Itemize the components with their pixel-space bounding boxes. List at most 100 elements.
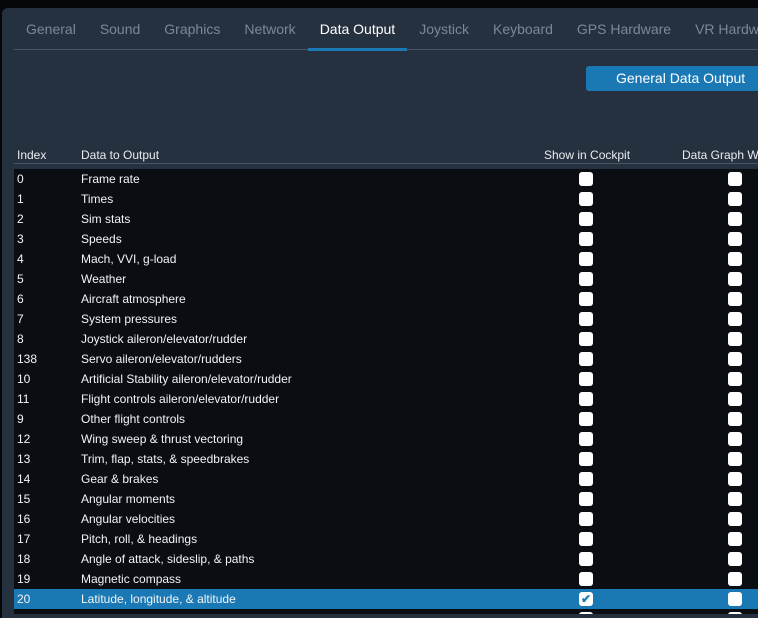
table-row[interactable]: 10 Artificial Stability aileron/elevator…	[14, 369, 758, 389]
data-graph-checkbox[interactable]	[728, 492, 742, 506]
tab-sound[interactable]: Sound	[88, 16, 152, 50]
data-graph-checkbox[interactable]	[728, 552, 742, 566]
row-index: 12	[17, 432, 31, 446]
table-row[interactable]: 5 Weather	[14, 269, 758, 289]
row-index: 15	[17, 492, 31, 506]
row-index: 3	[17, 232, 24, 246]
tab-data-output[interactable]: Data Output	[307, 16, 408, 51]
table-row[interactable]: 18 Angle of attack, sideslip, & paths	[14, 549, 758, 569]
table-row[interactable]: 20 Latitude, longitude, & altitude ✔	[14, 589, 758, 609]
table-row[interactable]: 4 Mach, VVI, g-load	[14, 249, 758, 269]
data-graph-checkbox[interactable]	[728, 332, 742, 346]
data-graph-checkbox[interactable]	[728, 172, 742, 186]
table-row[interactable]: 19 Magnetic compass	[14, 569, 758, 589]
row-index: 16	[17, 512, 31, 526]
data-graph-checkbox[interactable]	[728, 372, 742, 386]
show-in-cockpit-checkbox[interactable]	[579, 292, 593, 306]
table-row[interactable]: 138 Servo aileron/elevator/rudders	[14, 349, 758, 369]
header-data-graph-window: Data Graph W	[682, 148, 758, 162]
table-row[interactable]: 9 Other flight controls	[14, 409, 758, 429]
table-row[interactable]: 11 Flight controls aileron/elevator/rudd…	[14, 389, 758, 409]
show-in-cockpit-checkbox[interactable]	[579, 232, 593, 246]
data-graph-checkbox[interactable]	[728, 292, 742, 306]
row-data-name: Latitude, longitude, & altitude	[81, 592, 236, 606]
data-graph-checkbox[interactable]	[728, 532, 742, 546]
show-in-cockpit-checkbox[interactable]	[579, 312, 593, 326]
table-row[interactable]: 0 Frame rate	[14, 169, 758, 189]
row-data-name: Angular moments	[81, 492, 176, 506]
table-row-partial	[14, 609, 758, 614]
data-graph-checkbox[interactable]	[728, 592, 742, 606]
show-in-cockpit-checkbox[interactable]	[579, 492, 593, 506]
data-graph-checkbox[interactable]	[728, 212, 742, 226]
table-row[interactable]: 7 System pressures	[14, 309, 758, 329]
show-in-cockpit-checkbox[interactable]	[579, 252, 593, 266]
row-data-name: Sim stats	[81, 212, 131, 226]
show-in-cockpit-checkbox[interactable]	[579, 392, 593, 406]
show-in-cockpit-checkbox[interactable]	[579, 572, 593, 586]
row-index: 13	[17, 452, 31, 466]
show-in-cockpit-checkbox[interactable]	[579, 552, 593, 566]
tab-keyboard[interactable]: Keyboard	[481, 16, 565, 50]
data-graph-checkbox[interactable]	[728, 272, 742, 286]
show-in-cockpit-checkbox[interactable]	[579, 172, 593, 186]
tab-joystick[interactable]: Joystick	[407, 16, 481, 50]
data-graph-checkbox[interactable]	[728, 572, 742, 586]
row-index: 4	[17, 252, 24, 266]
table-row[interactable]: 14 Gear & brakes	[14, 469, 758, 489]
tab-vr-hardw[interactable]: VR Hardw	[683, 16, 758, 50]
data-graph-checkbox[interactable]	[728, 432, 742, 446]
table-row[interactable]: 12 Wing sweep & thrust vectoring	[14, 429, 758, 449]
row-index: 18	[17, 552, 31, 566]
data-graph-checkbox[interactable]	[728, 192, 742, 206]
data-graph-checkbox[interactable]	[728, 312, 742, 326]
data-graph-checkbox[interactable]	[728, 512, 742, 526]
tab-general[interactable]: General	[14, 16, 88, 50]
show-in-cockpit-checkbox[interactable]	[579, 192, 593, 206]
table-row[interactable]: 13 Trim, flap, stats, & speedbrakes	[14, 449, 758, 469]
row-index: 20	[17, 592, 31, 606]
data-graph-checkbox[interactable]	[728, 472, 742, 486]
table-row[interactable]: 15 Angular moments	[14, 489, 758, 509]
table-row[interactable]: 3 Speeds	[14, 229, 758, 249]
row-data-name: Frame rate	[81, 172, 140, 186]
table-row[interactable]: 8 Joystick aileron/elevator/rudder	[14, 329, 758, 349]
show-in-cockpit-checkbox[interactable]	[579, 272, 593, 286]
show-in-cockpit-checkbox[interactable]	[579, 532, 593, 546]
row-data-name: Speeds	[81, 232, 122, 246]
header-show-in-cockpit: Show in Cockpit	[544, 148, 631, 162]
show-in-cockpit-checkbox[interactable]	[579, 432, 593, 446]
data-graph-checkbox[interactable]	[728, 412, 742, 426]
show-in-cockpit-checkbox[interactable]	[579, 412, 593, 426]
tab-graphics[interactable]: Graphics	[152, 16, 232, 50]
general-data-output-button[interactable]: General Data Output	[586, 66, 758, 91]
table-row[interactable]: 1 Times	[14, 189, 758, 209]
row-data-name: Flight controls aileron/elevator/rudder	[81, 392, 280, 406]
data-graph-checkbox[interactable]	[728, 392, 742, 406]
row-data-name: Mach, VVI, g-load	[81, 252, 177, 266]
show-in-cockpit-checkbox[interactable]	[579, 452, 593, 466]
row-data-name: Times	[81, 192, 114, 206]
tab-network[interactable]: Network	[232, 16, 307, 50]
table-row[interactable]: 17 Pitch, roll, & headings	[14, 529, 758, 549]
show-in-cockpit-checkbox[interactable]	[579, 332, 593, 346]
show-in-cockpit-checkbox[interactable]	[579, 352, 593, 366]
table-row[interactable]: 6 Aircraft atmosphere	[14, 289, 758, 309]
data-graph-checkbox[interactable]	[728, 452, 742, 466]
row-index: 19	[17, 572, 31, 586]
table-row[interactable]: 2 Sim stats	[14, 209, 758, 229]
show-in-cockpit-checkbox[interactable]	[579, 472, 593, 486]
row-index: 10	[17, 372, 31, 386]
row-data-name: System pressures	[81, 312, 178, 326]
tab-bar: General Sound Graphics Network Data Output Jo…	[14, 16, 758, 51]
show-in-cockpit-checkbox[interactable]: ✔	[579, 592, 593, 606]
show-in-cockpit-checkbox[interactable]	[579, 212, 593, 226]
table-row[interactable]: 16 Angular velocities	[14, 509, 758, 529]
header-data-to-output: Data to Output	[81, 148, 160, 162]
data-graph-checkbox[interactable]	[728, 232, 742, 246]
show-in-cockpit-checkbox[interactable]	[579, 512, 593, 526]
data-graph-checkbox[interactable]	[728, 352, 742, 366]
tab-gps-hardware[interactable]: GPS Hardware	[565, 16, 683, 50]
show-in-cockpit-checkbox[interactable]	[579, 372, 593, 386]
data-graph-checkbox[interactable]	[728, 252, 742, 266]
